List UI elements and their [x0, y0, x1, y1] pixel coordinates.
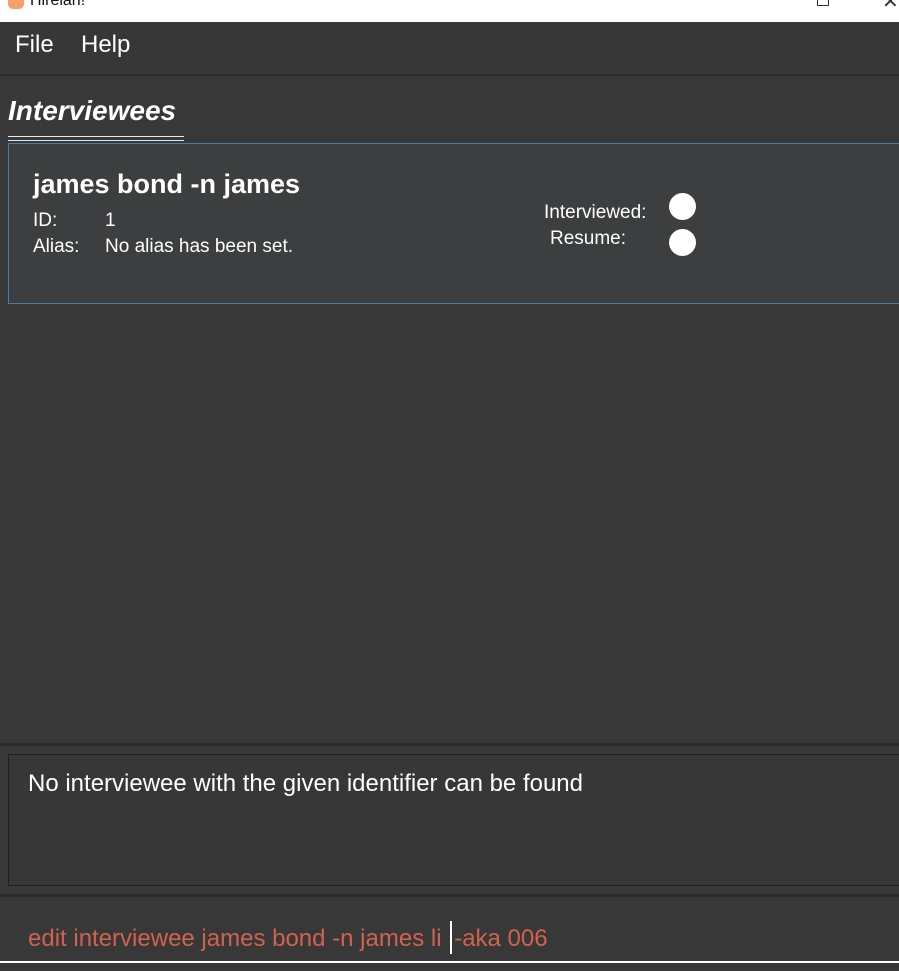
title-bar: Hirelah! ✕ [0, 0, 899, 22]
command-text-before-caret: edit interviewee james bond -n james li [28, 925, 449, 952]
app-icon [8, 0, 24, 9]
id-label: ID: [33, 210, 58, 231]
id-value: 1 [105, 210, 116, 231]
resume-label: Resume: [550, 228, 627, 249]
alias-value: No alias has been set. [105, 236, 294, 257]
menu-file[interactable]: File [15, 31, 54, 59]
alias-label: Alias: [33, 236, 80, 257]
window-title: Hirelah! [30, 0, 86, 9]
menu-bar: File Help [0, 22, 899, 76]
close-icon[interactable]: ✕ [882, 0, 899, 13]
divider [0, 743, 899, 746]
resume-status-icon [669, 229, 696, 256]
section-title-underline [8, 136, 184, 141]
interviewee-card[interactable]: james bond -n james ID: 1 Alias: No alia… [8, 143, 899, 304]
command-text-after-caret: -aka 006 [454, 925, 548, 952]
interviewed-status-icon [669, 193, 696, 220]
result-message: No interviewee with the given identifier… [28, 770, 583, 797]
text-caret [450, 921, 453, 954]
result-display[interactable]: No interviewee with the given identifier… [8, 754, 899, 886]
command-underline [0, 961, 899, 963]
interviewee-name: james bond -n james [33, 169, 301, 199]
interviewed-label: Interviewed: [544, 202, 647, 223]
maximize-icon[interactable] [817, 0, 829, 6]
command-box[interactable]: edit interviewee james bond -n james li … [0, 897, 899, 971]
section-title[interactable]: Interviewees [8, 95, 176, 127]
menu-help[interactable]: Help [81, 31, 130, 59]
command-input[interactable]: edit interviewee james bond -n james li … [28, 921, 548, 954]
